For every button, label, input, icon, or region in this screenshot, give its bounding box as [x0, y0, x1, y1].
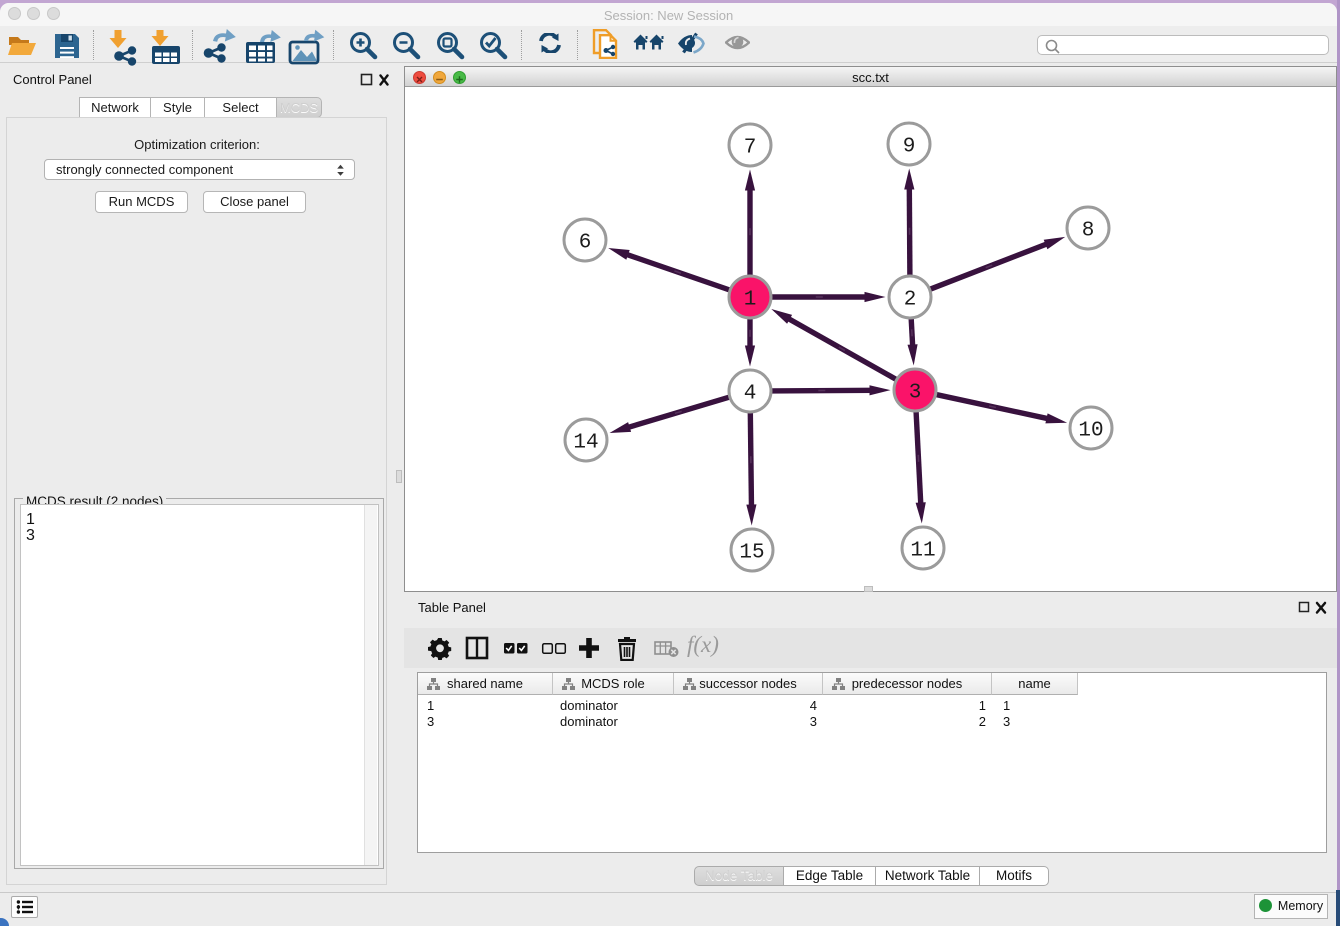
svg-text:10: 10	[1078, 419, 1103, 442]
svg-text:2: 2	[904, 288, 917, 311]
svg-text:3: 3	[909, 381, 922, 404]
svg-text:8: 8	[1082, 219, 1095, 242]
svg-text:4: 4	[744, 382, 757, 405]
svg-text:14: 14	[573, 431, 598, 454]
svg-text:11: 11	[910, 539, 935, 562]
svg-text:6: 6	[579, 231, 592, 254]
svg-text:15: 15	[739, 541, 764, 564]
svg-text:7: 7	[744, 136, 757, 159]
svg-text:1: 1	[744, 288, 757, 311]
svg-text:9: 9	[903, 135, 916, 158]
